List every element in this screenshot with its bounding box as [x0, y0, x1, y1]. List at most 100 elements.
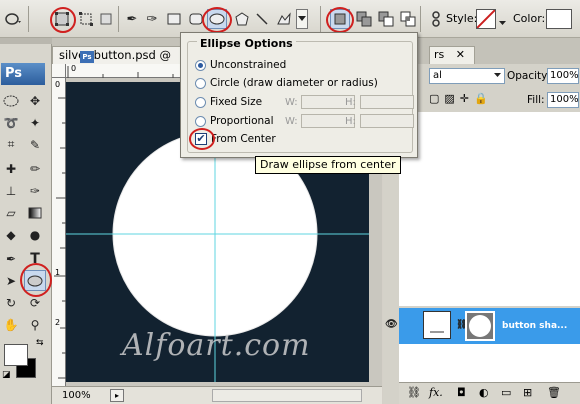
layers-bottom-bar: ⛓ fx. ◘ ◐ ▭ ⊞ 🗑: [399, 382, 580, 404]
visibility-eye-icon[interactable]: 👁: [385, 319, 398, 330]
clone-stamp-icon[interactable]: ⊥: [0, 180, 22, 201]
watermark: Alfoart.com: [122, 328, 311, 363]
ruler-corner: [52, 64, 66, 78]
horizontal-scrollbar[interactable]: [212, 389, 362, 402]
height-label: H:: [345, 116, 356, 127]
default-colors-icon[interactable]: ◪: [2, 370, 11, 380]
link-icon[interactable]: [426, 9, 446, 29]
ellipse-options-popup: Ellipse Options Unconstrained Circle (dr…: [180, 32, 418, 158]
proportional-height-input[interactable]: [360, 114, 414, 128]
freeform-pen-icon[interactable]: ✑: [142, 9, 162, 29]
blend-mode-select[interactable]: al: [429, 68, 505, 84]
magic-wand-icon[interactable]: ✦: [24, 112, 46, 133]
eraser-tool-icon[interactable]: ▱: [0, 202, 22, 223]
3d-orbit-icon[interactable]: ⟳: [24, 292, 46, 313]
3d-rotate-icon[interactable]: ↻: [0, 292, 22, 313]
status-bar: 100% ▸: [52, 386, 382, 404]
annotation-circle: [189, 128, 215, 150]
foreground-color-swatch[interactable]: [4, 344, 28, 366]
gradient-tool-icon[interactable]: [24, 202, 46, 223]
radio-button[interactable]: [195, 96, 206, 108]
blur-tool-icon[interactable]: ◆: [0, 224, 22, 245]
layers-tab[interactable]: rs ✕: [429, 46, 475, 64]
separator: [320, 6, 321, 32]
annotation-circle: [50, 7, 76, 33]
option-circle[interactable]: Circle (draw diameter or radius): [195, 77, 378, 89]
adjustment-layer-icon[interactable]: ◐: [479, 386, 489, 399]
crop-tool-icon[interactable]: ⌗: [0, 134, 22, 155]
intersect-shape-areas-icon[interactable]: [398, 9, 418, 29]
close-tab-icon[interactable]: ✕: [456, 48, 465, 61]
ellipse-tool-preset-icon[interactable]: [4, 9, 24, 29]
separator: [118, 6, 119, 32]
custom-shape-icon[interactable]: [274, 9, 294, 29]
add-mask-icon[interactable]: ◘: [457, 386, 466, 399]
fill-input[interactable]: 100%: [547, 92, 579, 108]
path-selection-icon[interactable]: ➤: [0, 270, 22, 291]
style-label: Style:: [446, 12, 478, 25]
move-tool-icon[interactable]: ✥: [24, 90, 46, 111]
hand-tool-icon[interactable]: ✋: [0, 314, 22, 335]
geometry-options-dropdown-icon[interactable]: [296, 9, 308, 29]
option-fixed-size[interactable]: Fixed Size: [195, 96, 262, 108]
style-dropdown-icon[interactable]: [499, 16, 506, 29]
separator: [28, 6, 29, 32]
history-brush-icon[interactable]: ✑: [24, 180, 46, 201]
photoshop-logo: Ps: [1, 63, 45, 85]
rectangle-shape-icon[interactable]: [164, 9, 184, 29]
radio-button[interactable]: [195, 59, 206, 71]
layers-list-area: [399, 344, 580, 382]
fx-icon[interactable]: fx.: [429, 386, 443, 399]
layers-tab-label: rs: [434, 48, 445, 61]
separator: [420, 6, 421, 32]
opacity-input[interactable]: 100%: [547, 68, 579, 84]
paths-icon[interactable]: [76, 9, 96, 29]
width-label: W:: [285, 116, 298, 127]
new-group-icon[interactable]: ▭: [501, 386, 511, 399]
height-label: H:: [345, 97, 356, 108]
style-swatch[interactable]: [476, 9, 496, 29]
option-unconstrained[interactable]: Unconstrained: [195, 59, 286, 71]
from-center-label: From Center: [211, 133, 276, 145]
document-title: silver button.psd @: [59, 48, 171, 62]
swap-colors-icon[interactable]: ⇆: [36, 338, 44, 348]
status-info-icon[interactable]: ▸: [110, 389, 124, 402]
layer-name[interactable]: button sha...: [502, 321, 567, 331]
radio-button[interactable]: [195, 77, 206, 89]
option-proportional[interactable]: Proportional: [195, 115, 274, 127]
healing-brush-icon[interactable]: ✚: [0, 158, 22, 179]
option-label: Proportional: [210, 115, 274, 127]
option-label: Unconstrained: [210, 59, 287, 71]
layer-row[interactable]: 👁 ⛓ button sha...: [385, 308, 580, 344]
opacity-label: Opacity:: [507, 70, 551, 82]
dodge-tool-icon[interactable]: ●: [24, 224, 46, 245]
line-shape-icon[interactable]: [252, 9, 272, 29]
tooltip: Draw ellipse from center: [255, 156, 401, 174]
delete-layer-icon[interactable]: 🗑: [547, 386, 561, 399]
link-layers-icon[interactable]: ⛓: [407, 386, 421, 399]
marquee-tool-icon[interactable]: [0, 90, 22, 111]
zoom-tool-icon[interactable]: ⚲: [24, 314, 46, 335]
ruler-left: 0 1 2: [52, 78, 66, 386]
zoom-level[interactable]: 100%: [62, 388, 91, 404]
fixed-height-input[interactable]: [360, 95, 414, 109]
fill-pixels-icon[interactable]: [96, 9, 116, 29]
pen-tool-icon[interactable]: ✒: [0, 248, 22, 269]
new-layer-icon[interactable]: ⊞: [523, 386, 532, 399]
vector-mask-thumbnail[interactable]: [465, 311, 495, 341]
color-swatch[interactable]: [546, 9, 572, 29]
pen-tool-icon[interactable]: ✒: [122, 9, 142, 29]
subtract-from-shape-area-icon[interactable]: [376, 9, 396, 29]
ellipse-options-title: Ellipse Options: [197, 37, 296, 50]
color-label: Color:: [513, 12, 546, 25]
brush-tool-icon[interactable]: ✏: [24, 158, 46, 179]
eyedropper-icon[interactable]: ✎: [24, 134, 46, 155]
add-to-shape-area-icon[interactable]: [354, 9, 374, 29]
annotation-circle: [202, 7, 232, 33]
lock-icons[interactable]: ▢▨✛🔒: [429, 92, 493, 105]
lasso-tool-icon[interactable]: ➰: [0, 112, 22, 133]
blend-mode-value: al: [433, 70, 442, 81]
layer-color-thumbnail[interactable]: [423, 311, 451, 339]
polygon-shape-icon[interactable]: [232, 9, 252, 29]
radio-button[interactable]: [195, 115, 206, 127]
